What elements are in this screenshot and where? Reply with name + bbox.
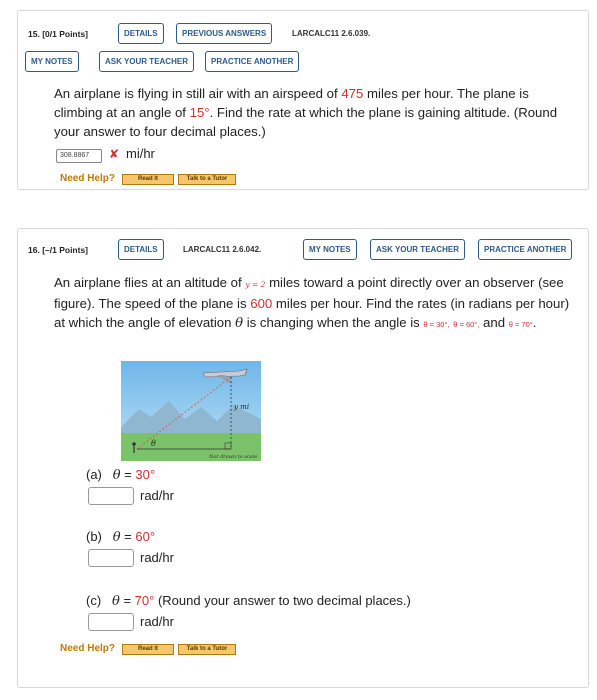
- ask-teacher-button[interactable]: ASK YOUR TEACHER: [370, 239, 465, 260]
- part-c-unit: rad/hr: [140, 614, 174, 629]
- question-number: 15. [0/1 Points]: [28, 29, 89, 39]
- details-button[interactable]: DETAILS: [118, 23, 164, 44]
- read-it-button[interactable]: Read It: [122, 174, 174, 185]
- part-a-label: (a) θ = 30°: [86, 467, 156, 483]
- airplane-figure: y mi θ Not drawn to scale: [121, 361, 261, 461]
- my-notes-button[interactable]: MY NOTES: [303, 239, 357, 260]
- problem-code: LARCALC11 2.6.039.: [292, 29, 371, 38]
- practice-another-button[interactable]: PRACTICE ANOTHER: [478, 239, 573, 260]
- part-a-unit: rad/hr: [140, 488, 174, 503]
- need-help-label: Need Help?: [60, 173, 116, 184]
- ask-teacher-button[interactable]: ASK YOUR TEACHER: [99, 51, 194, 72]
- part-c-label: (c) θ = 70° (Round your answer to two de…: [86, 593, 411, 609]
- talk-to-tutor-button[interactable]: Talk to a Tutor: [178, 644, 236, 655]
- my-notes-button[interactable]: MY NOTES: [25, 51, 79, 72]
- part-a-input[interactable]: [88, 487, 134, 505]
- answer-input[interactable]: 308.8867: [56, 149, 102, 163]
- y-label: y mi: [233, 403, 249, 411]
- read-it-button[interactable]: Read It: [122, 644, 174, 655]
- question-text: An airplane flies at an altitude of y = …: [54, 275, 570, 331]
- need-help-label: Need Help?: [60, 643, 116, 654]
- question-15-panel: 15. [0/1 Points] DETAILS PREVIOUS ANSWER…: [17, 10, 589, 190]
- question-number: 16. [–/1 Points]: [28, 245, 89, 255]
- question-text: An airplane is flying in still air with …: [54, 86, 558, 139]
- part-b-unit: rad/hr: [140, 550, 174, 565]
- problem-code: LARCALC11 2.6.042.: [183, 245, 262, 254]
- incorrect-icon: ✘: [109, 147, 120, 161]
- unit-label: mi/hr: [126, 146, 155, 161]
- scale-note: Not drawn to scale: [208, 454, 257, 460]
- practice-another-button[interactable]: PRACTICE ANOTHER: [205, 51, 300, 72]
- theta-label: θ: [151, 439, 156, 448]
- part-c-input[interactable]: [88, 613, 134, 631]
- previous-answers-button[interactable]: PREVIOUS ANSWERS: [176, 23, 273, 44]
- part-b-label: (b) θ = 60°: [86, 529, 156, 545]
- part-b-input[interactable]: [88, 549, 134, 567]
- question-16-panel: 16. [–/1 Points] DETAILS LARCALC11 2.6.0…: [17, 228, 589, 688]
- talk-to-tutor-button[interactable]: Talk to a Tutor: [178, 174, 236, 185]
- details-button[interactable]: DETAILS: [118, 239, 164, 260]
